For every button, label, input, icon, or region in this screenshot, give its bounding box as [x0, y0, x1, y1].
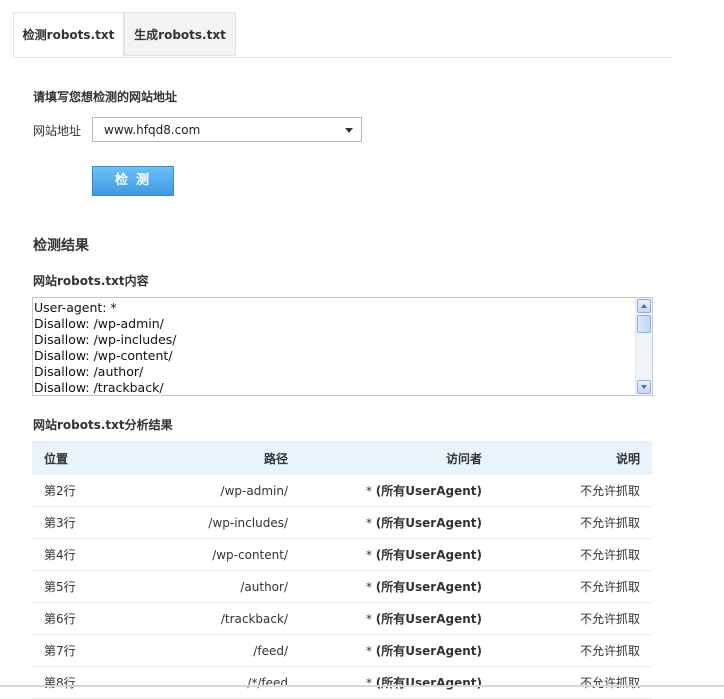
analysis-title: 网站robots.txt分析结果	[33, 418, 173, 432]
table-row: 第8行 /*/feed * (所有UserAgent) 不允许抓取	[32, 666, 652, 699]
cell-note: 不允许抓取	[494, 475, 652, 507]
tab-check-robots[interactable]: 检测robots.txt	[13, 12, 124, 57]
cell-position: 第2行	[32, 475, 116, 507]
visitor-label: (所有UserAgent)	[375, 612, 482, 626]
cell-note: 不允许抓取	[494, 570, 652, 603]
cell-position: 第7行	[32, 634, 116, 667]
robots-content-lines: User-agent: * Disallow: /wp-admin/ Disal…	[34, 300, 177, 395]
robots-line: Disallow: /trackback/	[34, 380, 164, 395]
visitor-star: *	[365, 644, 372, 658]
cell-path: /wp-admin/	[116, 475, 300, 507]
url-select-value: www.hfqd8.com	[104, 123, 201, 137]
table-row: 第4行 /wp-content/ * (所有UserAgent) 不允许抓取	[32, 538, 652, 571]
cell-visitor: * (所有UserAgent)	[300, 602, 494, 635]
robots-line: User-agent: *	[34, 300, 117, 315]
visitor-star: *	[365, 548, 372, 562]
url-label: 网站地址	[33, 124, 82, 138]
cell-path: /feed/	[116, 634, 300, 667]
column-header-path: 路径	[116, 441, 300, 475]
cell-note: 不允许抓取	[494, 602, 652, 635]
analysis-table: 位置 路径 访问者 说明 第2行 /wp-admin/ * (所有UserAge…	[32, 441, 652, 699]
tab-bar: 检测robots.txt 生成robots.txt	[13, 12, 671, 58]
robots-line: Disallow: /author/	[34, 364, 144, 379]
robots-line: Disallow: /wp-includes/	[34, 332, 177, 347]
url-select[interactable]: www.hfqd8.com	[92, 117, 362, 142]
table-header-row: 位置 路径 访问者 说明	[32, 441, 652, 475]
cell-note: 不允许抓取	[494, 506, 652, 539]
cell-path: /wp-content/	[116, 538, 300, 571]
cell-position: 第8行	[32, 666, 116, 699]
robots-line: Disallow: /wp-admin/	[34, 316, 164, 331]
table-row: 第6行 /trackback/ * (所有UserAgent) 不允许抓取	[32, 602, 652, 635]
robots-content-title: 网站robots.txt内容	[33, 274, 149, 288]
cell-path: /author/	[116, 570, 300, 603]
cell-position: 第5行	[32, 570, 116, 603]
arrow-up-icon[interactable]	[637, 299, 651, 313]
check-button[interactable]: 检测	[92, 166, 174, 196]
chevron-down-icon[interactable]	[345, 128, 353, 133]
visitor-label: (所有UserAgent)	[375, 580, 482, 594]
cell-visitor: * (所有UserAgent)	[300, 634, 494, 667]
visitor-star: *	[365, 580, 372, 594]
visitor-label: (所有UserAgent)	[375, 676, 482, 690]
textarea-scrollbar[interactable]	[635, 298, 652, 395]
cell-path: /*/feed	[116, 666, 300, 699]
column-header-visitor: 访问者	[300, 441, 494, 475]
scrollbar-thumb[interactable]	[637, 315, 651, 333]
form-heading: 请填写您想检测的网站地址	[33, 90, 178, 104]
cell-visitor: * (所有UserAgent)	[300, 538, 494, 571]
table-row: 第7行 /feed/ * (所有UserAgent) 不允许抓取	[32, 634, 652, 667]
table-row: 第2行 /wp-admin/ * (所有UserAgent) 不允许抓取	[32, 475, 652, 507]
cell-note: 不允许抓取	[494, 538, 652, 571]
table-row: 第3行 /wp-includes/ * (所有UserAgent) 不允许抓取	[32, 506, 652, 539]
cell-visitor: * (所有UserAgent)	[300, 506, 494, 539]
visitor-label: (所有UserAgent)	[375, 644, 482, 658]
cell-visitor: * (所有UserAgent)	[300, 570, 494, 603]
cell-position: 第3行	[32, 506, 116, 539]
cell-visitor: * (所有UserAgent)	[300, 666, 494, 699]
results-title: 检测结果	[33, 238, 89, 254]
column-header-note: 说明	[494, 441, 652, 475]
visitor-label: (所有UserAgent)	[375, 548, 482, 562]
table-row: 第5行 /author/ * (所有UserAgent) 不允许抓取	[32, 570, 652, 603]
tab-generate-robots[interactable]: 生成robots.txt	[124, 12, 236, 56]
cell-position: 第4行	[32, 538, 116, 571]
cell-note: 不允许抓取	[494, 634, 652, 667]
visitor-label: (所有UserAgent)	[375, 484, 482, 498]
column-header-position: 位置	[32, 441, 116, 475]
visitor-star: *	[365, 676, 372, 690]
cell-position: 第6行	[32, 602, 116, 635]
visitor-star: *	[365, 516, 372, 530]
visitor-star: *	[365, 612, 372, 626]
robots-line: Disallow: /wp-content/	[34, 348, 173, 363]
cell-visitor: * (所有UserAgent)	[300, 475, 494, 507]
visitor-star: *	[365, 484, 372, 498]
cell-path: /wp-includes/	[116, 506, 300, 539]
cell-note: 不允许抓取	[494, 666, 652, 699]
arrow-down-icon[interactable]	[637, 380, 651, 394]
cell-path: /trackback/	[116, 602, 300, 635]
robots-content-textarea[interactable]: User-agent: * Disallow: /wp-admin/ Disal…	[32, 297, 653, 396]
visitor-label: (所有UserAgent)	[375, 516, 482, 530]
